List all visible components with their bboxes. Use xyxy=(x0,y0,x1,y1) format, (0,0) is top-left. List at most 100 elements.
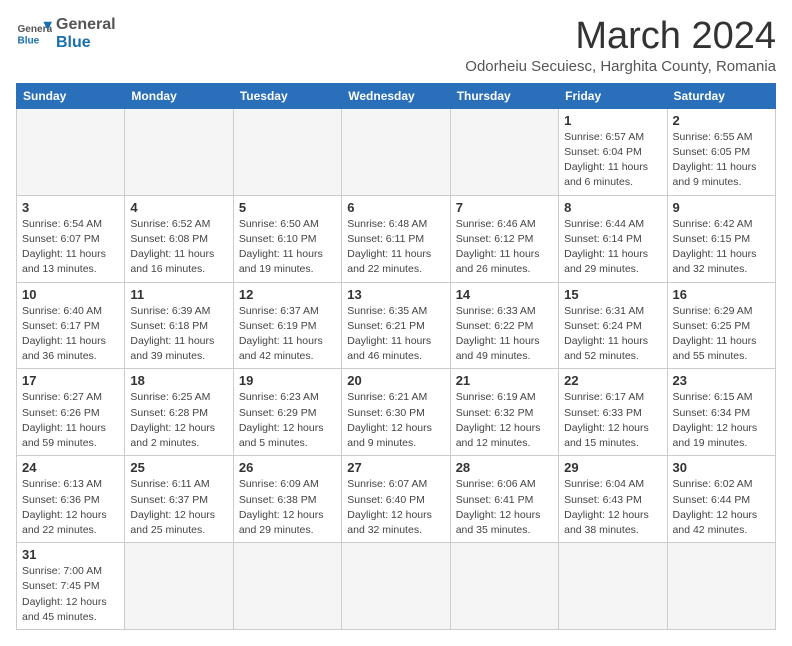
page-header: General Blue General Blue March 2024 Odo… xyxy=(16,16,776,75)
day-cell: 11 Sunrise: 6:39 AMSunset: 6:18 PMDayligh… xyxy=(125,282,233,369)
weekday-header-wednesday: Wednesday xyxy=(342,83,450,108)
day-info: Sunrise: 6:42 AMSunset: 6:15 PMDaylight:… xyxy=(673,217,770,278)
week-row-1: 1 Sunrise: 6:57 AMSunset: 6:04 PMDaylight… xyxy=(17,108,776,195)
day-info: Sunrise: 6:17 AMSunset: 6:33 PMDaylight:… xyxy=(564,390,661,451)
day-cell: 14 Sunrise: 6:33 AMSunset: 6:22 PMDayligh… xyxy=(450,282,558,369)
day-cell xyxy=(125,543,233,630)
day-info: Sunrise: 6:57 AMSunset: 6:04 PMDaylight:… xyxy=(564,130,661,191)
logo-icon: General Blue xyxy=(16,16,52,52)
day-number: 19 xyxy=(239,373,336,388)
day-cell xyxy=(125,108,233,195)
day-cell: 29Sunrise: 6:04 AMSunset: 6:43 PMDayligh… xyxy=(559,456,667,543)
day-cell: 31 Sunrise: 7:00 AMSunset: 7:45 PMDayligh… xyxy=(17,543,125,630)
day-info: Sunrise: 6:46 AMSunset: 6:12 PMDaylight:… xyxy=(456,217,553,278)
day-number: 3 xyxy=(22,200,119,215)
weekday-header-friday: Friday xyxy=(559,83,667,108)
day-number: 25 xyxy=(130,460,227,475)
day-cell: 28 Sunrise: 6:06 AMSunset: 6:41 PMDayligh… xyxy=(450,456,558,543)
day-info: Sunrise: 6:39 AMSunset: 6:18 PMDaylight:… xyxy=(130,304,227,365)
day-cell: 27 Sunrise: 6:07 AMSunset: 6:40 PMDayligh… xyxy=(342,456,450,543)
day-cell: 15 Sunrise: 6:31 AMSunset: 6:24 PMDayligh… xyxy=(559,282,667,369)
day-cell: 5 Sunrise: 6:50 AMSunset: 6:10 PMDaylight… xyxy=(233,195,341,282)
location-subtitle: Odorheiu Secuiesc, Harghita County, Roma… xyxy=(465,58,776,75)
day-cell: 17 Sunrise: 6:27 AMSunset: 6:26 PMDayligh… xyxy=(17,369,125,456)
day-cell: 26Sunrise: 6:09 AMSunset: 6:38 PMDayligh… xyxy=(233,456,341,543)
day-cell xyxy=(450,108,558,195)
day-number: 11 xyxy=(130,287,227,302)
day-number: 23 xyxy=(673,373,770,388)
weekday-header-thursday: Thursday xyxy=(450,83,558,108)
day-info: Sunrise: 7:00 AMSunset: 7:45 PMDaylight:… xyxy=(22,564,119,625)
day-info: Sunrise: 6:29 AMSunset: 6:25 PMDaylight:… xyxy=(673,304,770,365)
day-cell: 6 Sunrise: 6:48 AMSunset: 6:11 PMDaylight… xyxy=(342,195,450,282)
day-info: Sunrise: 6:13 AMSunset: 6:36 PMDaylight:… xyxy=(22,477,119,538)
day-info: Sunrise: 6:19 AMSunset: 6:32 PMDaylight:… xyxy=(456,390,553,451)
day-info: Sunrise: 6:07 AMSunset: 6:40 PMDaylight:… xyxy=(347,477,444,538)
day-info: Sunrise: 6:50 AMSunset: 6:10 PMDaylight:… xyxy=(239,217,336,278)
day-info: Sunrise: 6:11 AMSunset: 6:37 PMDaylight:… xyxy=(130,477,227,538)
day-cell: 9 Sunrise: 6:42 AMSunset: 6:15 PMDaylight… xyxy=(667,195,775,282)
day-number: 7 xyxy=(456,200,553,215)
day-cell: 18Sunrise: 6:25 AMSunset: 6:28 PMDayligh… xyxy=(125,369,233,456)
day-number: 29 xyxy=(564,460,661,475)
calendar-table: SundayMondayTuesdayWednesdayThursdayFrid… xyxy=(16,83,776,630)
day-info: Sunrise: 6:31 AMSunset: 6:24 PMDaylight:… xyxy=(564,304,661,365)
svg-text:Blue: Blue xyxy=(17,35,39,46)
week-row-6: 31 Sunrise: 7:00 AMSunset: 7:45 PMDayligh… xyxy=(17,543,776,630)
day-cell: 20Sunrise: 6:21 AMSunset: 6:30 PMDayligh… xyxy=(342,369,450,456)
day-cell: 22Sunrise: 6:17 AMSunset: 6:33 PMDayligh… xyxy=(559,369,667,456)
day-cell: 3 Sunrise: 6:54 AMSunset: 6:07 PMDaylight… xyxy=(17,195,125,282)
day-cell: 10Sunrise: 6:40 AMSunset: 6:17 PMDayligh… xyxy=(17,282,125,369)
day-number: 8 xyxy=(564,200,661,215)
day-info: Sunrise: 6:25 AMSunset: 6:28 PMDaylight:… xyxy=(130,390,227,451)
day-cell: 7 Sunrise: 6:46 AMSunset: 6:12 PMDaylight… xyxy=(450,195,558,282)
day-info: Sunrise: 6:35 AMSunset: 6:21 PMDaylight:… xyxy=(347,304,444,365)
day-number: 17 xyxy=(22,373,119,388)
day-cell: 16Sunrise: 6:29 AMSunset: 6:25 PMDayligh… xyxy=(667,282,775,369)
day-cell: 4Sunrise: 6:52 AMSunset: 6:08 PMDaylight… xyxy=(125,195,233,282)
day-info: Sunrise: 6:15 AMSunset: 6:34 PMDaylight:… xyxy=(673,390,770,451)
day-number: 4 xyxy=(130,200,227,215)
day-cell xyxy=(233,108,341,195)
day-cell: 30Sunrise: 6:02 AMSunset: 6:44 PMDayligh… xyxy=(667,456,775,543)
day-info: Sunrise: 6:54 AMSunset: 6:07 PMDaylight:… xyxy=(22,217,119,278)
day-info: Sunrise: 6:06 AMSunset: 6:41 PMDaylight:… xyxy=(456,477,553,538)
day-info: Sunrise: 6:37 AMSunset: 6:19 PMDaylight:… xyxy=(239,304,336,365)
logo: General Blue General Blue xyxy=(16,16,116,52)
day-cell xyxy=(450,543,558,630)
day-number: 5 xyxy=(239,200,336,215)
day-number: 15 xyxy=(564,287,661,302)
week-row-5: 24 Sunrise: 6:13 AMSunset: 6:36 PMDayligh… xyxy=(17,456,776,543)
day-cell xyxy=(17,108,125,195)
day-number: 6 xyxy=(347,200,444,215)
day-info: Sunrise: 6:44 AMSunset: 6:14 PMDaylight:… xyxy=(564,217,661,278)
weekday-header-saturday: Saturday xyxy=(667,83,775,108)
day-cell xyxy=(559,543,667,630)
day-info: Sunrise: 6:48 AMSunset: 6:11 PMDaylight:… xyxy=(347,217,444,278)
week-row-3: 10Sunrise: 6:40 AMSunset: 6:17 PMDayligh… xyxy=(17,282,776,369)
day-cell: 25 Sunrise: 6:11 AMSunset: 6:37 PMDayligh… xyxy=(125,456,233,543)
day-number: 1 xyxy=(564,113,661,128)
day-number: 28 xyxy=(456,460,553,475)
day-number: 24 xyxy=(22,460,119,475)
day-cell: 13Sunrise: 6:35 AMSunset: 6:21 PMDayligh… xyxy=(342,282,450,369)
day-number: 31 xyxy=(22,547,119,562)
week-row-2: 3 Sunrise: 6:54 AMSunset: 6:07 PMDaylight… xyxy=(17,195,776,282)
day-number: 26 xyxy=(239,460,336,475)
day-cell: 23 Sunrise: 6:15 AMSunset: 6:34 PMDayligh… xyxy=(667,369,775,456)
day-info: Sunrise: 6:33 AMSunset: 6:22 PMDaylight:… xyxy=(456,304,553,365)
day-cell xyxy=(342,543,450,630)
day-cell xyxy=(667,543,775,630)
day-info: Sunrise: 6:55 AMSunset: 6:05 PMDaylight:… xyxy=(673,130,770,191)
day-number: 21 xyxy=(456,373,553,388)
day-cell: 24 Sunrise: 6:13 AMSunset: 6:36 PMDayligh… xyxy=(17,456,125,543)
weekday-header-sunday: Sunday xyxy=(17,83,125,108)
day-cell: 12Sunrise: 6:37 AMSunset: 6:19 PMDayligh… xyxy=(233,282,341,369)
weekday-header-monday: Monday xyxy=(125,83,233,108)
day-number: 27 xyxy=(347,460,444,475)
day-number: 14 xyxy=(456,287,553,302)
weekday-header-tuesday: Tuesday xyxy=(233,83,341,108)
day-info: Sunrise: 6:27 AMSunset: 6:26 PMDaylight:… xyxy=(22,390,119,451)
day-cell: 19Sunrise: 6:23 AMSunset: 6:29 PMDayligh… xyxy=(233,369,341,456)
day-number: 9 xyxy=(673,200,770,215)
